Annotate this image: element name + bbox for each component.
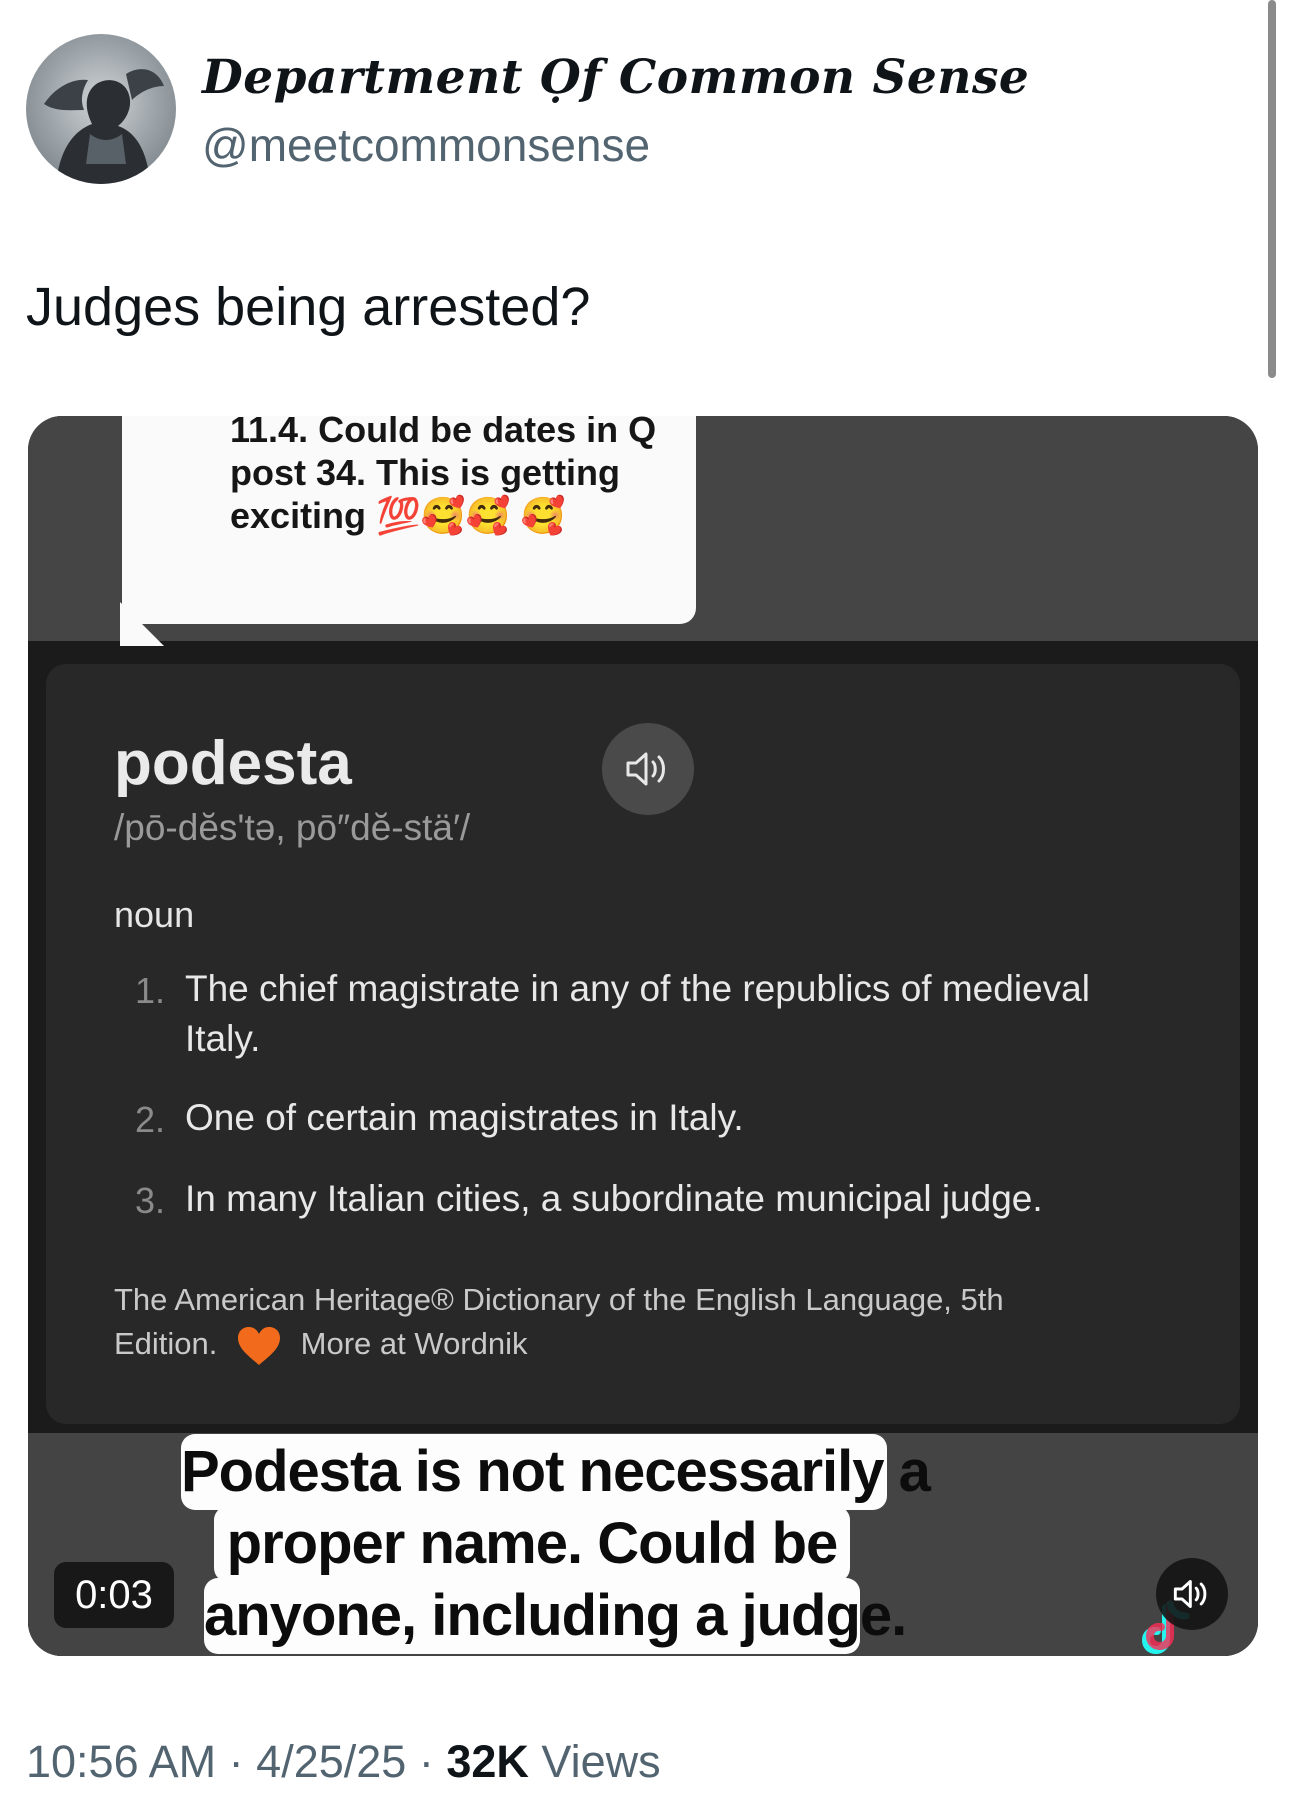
scrollbar[interactable]	[1268, 0, 1276, 378]
pronunciation-speaker-button	[602, 723, 694, 815]
definition-number: 3.	[135, 1180, 166, 1221]
video-media[interactable]: 11.4. Could be dates in Q post 34. This …	[28, 416, 1258, 1656]
caption-line: proper name. Could be	[214, 1506, 850, 1582]
definition-text: The chief magistrate in any of the repub…	[185, 968, 1090, 1059]
caption-line: anyone, including a judge.	[204, 1578, 907, 1654]
comment-bubble-tail	[120, 602, 164, 646]
meta-separator: ·	[418, 1736, 434, 1787]
definition-text: One of certain magistrates in Italy.	[185, 1097, 744, 1138]
wordnik-link: More at Wordnik	[300, 1326, 528, 1361]
tweet-meta: 10:56 AM · 4/25/25 · 32K Views	[26, 1736, 661, 1788]
definition-number: 2.	[135, 1099, 166, 1140]
author-handle[interactable]: @meetcommonsense	[202, 118, 650, 172]
speaker-icon	[626, 752, 665, 786]
views-label: Views	[541, 1736, 661, 1787]
definition-number: 1.	[135, 970, 166, 1011]
heart-icon	[238, 1326, 281, 1365]
caption-line: Podesta is not necessarily a	[181, 1434, 931, 1510]
dictionary-word: podesta	[114, 729, 352, 798]
definition-text: In many Italian cities, a subordinate mu…	[185, 1178, 1043, 1219]
author-display-name[interactable]: Department Ọf Common Sense	[202, 50, 1029, 105]
views-count[interactable]: 32K	[446, 1736, 529, 1787]
speaker-icon	[1173, 1580, 1207, 1608]
avatar[interactable]	[26, 34, 176, 184]
tweet-text: Judges being arrested?	[26, 277, 591, 337]
meta-separator: ·	[228, 1736, 244, 1787]
tweet-time[interactable]: 10:56 AM	[26, 1736, 216, 1787]
dictionary-part-of-speech: noun	[114, 894, 195, 935]
dictionary-attribution: The American Heritage® Dictionary of the…	[114, 1278, 1114, 1367]
mute-button[interactable]	[1156, 1558, 1228, 1630]
profile-avatar	[26, 34, 176, 184]
dictionary-pronunciation: /pō-dĕsʹtə, pō″dĕ-stä′/	[114, 807, 471, 848]
tweet-date[interactable]: 4/25/25	[256, 1736, 406, 1787]
video-timestamp: 0:03	[54, 1562, 174, 1628]
comment-text: 11.4. Could be dates in Q post 34. This …	[230, 416, 657, 536]
